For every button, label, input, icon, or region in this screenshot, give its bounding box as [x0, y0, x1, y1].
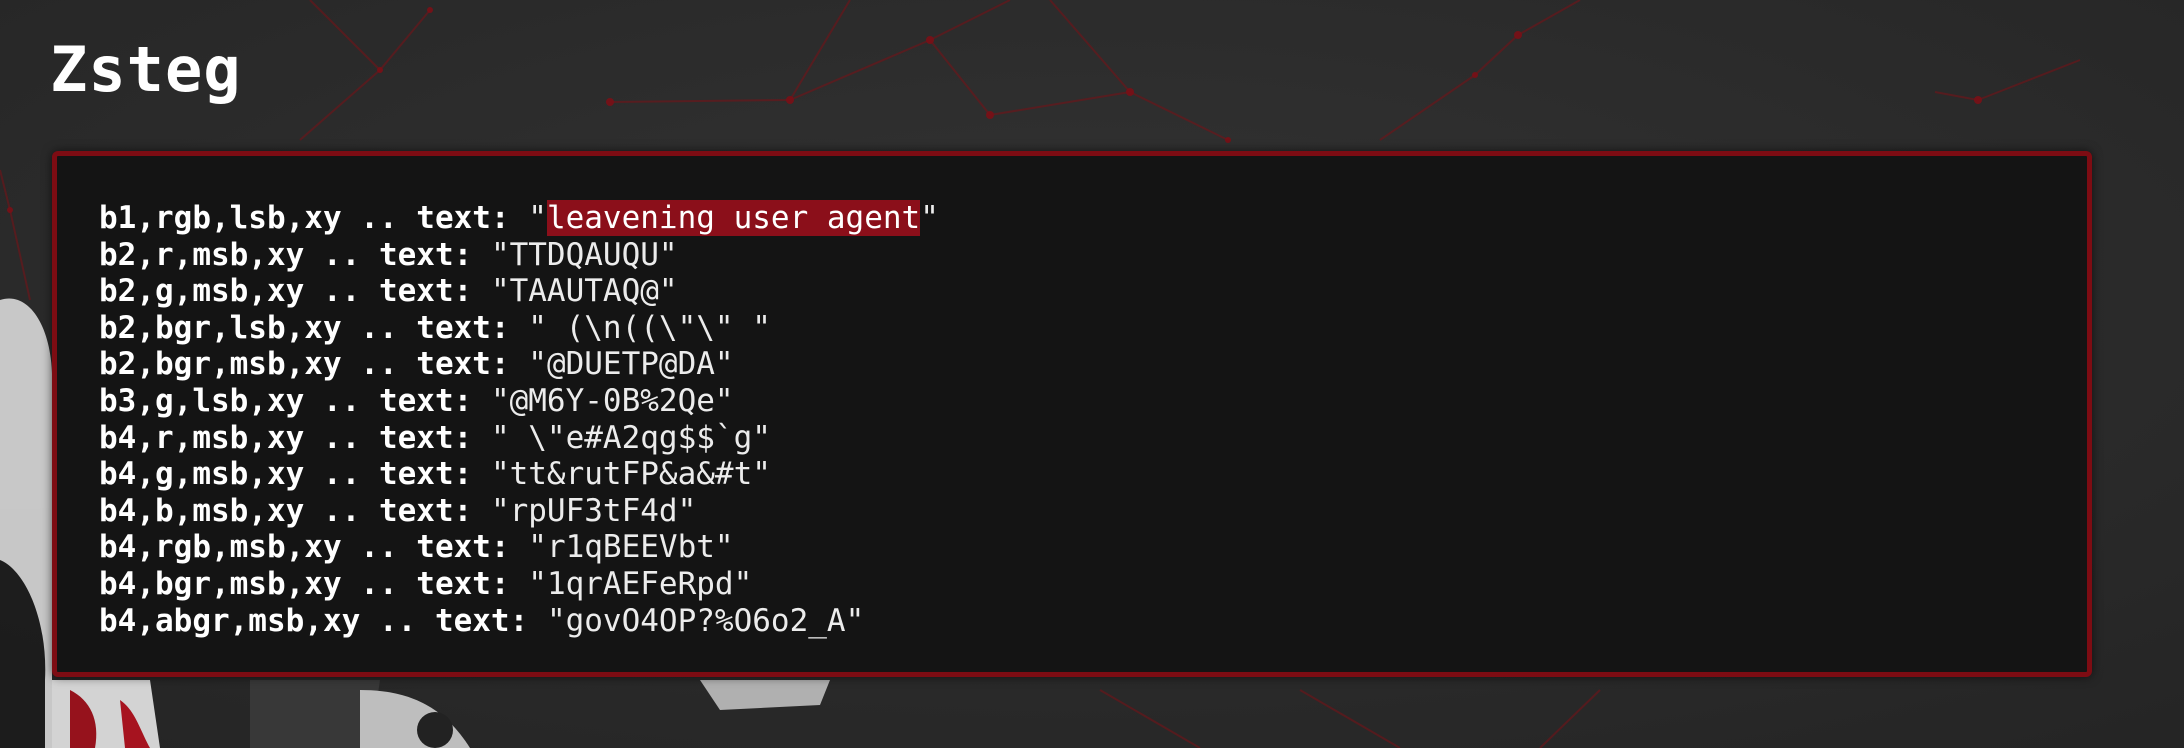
output-line-key: b4,b,msb,xy .. text: — [99, 492, 491, 529]
highlighted-text: leavening user agent — [546, 200, 921, 236]
quote-close: " — [658, 236, 678, 273]
output-line-value: @DUETP@DA — [546, 346, 715, 383]
quote-close: " — [714, 382, 734, 419]
output-line-key: b3,g,lsb,xy .. text: — [99, 382, 491, 419]
output-line: b4,abgr,msb,xy .. text: "govO4OP?%O6o2_A… — [99, 603, 939, 640]
output-line: b4,rgb,msb,xy .. text: "r1qBEEVbt" — [99, 529, 939, 566]
output-line-key: b2,bgr,lsb,xy .. text: — [99, 309, 529, 346]
output-line-key: b2,r,msb,xy .. text: — [99, 236, 491, 273]
output-line: b2,r,msb,xy .. text: "TTDQAUQU" — [99, 237, 939, 274]
output-line-value: (\n((\"\" — [546, 309, 753, 346]
quote-open: " — [528, 529, 547, 566]
output-line-key: b4,g,msb,xy .. text: — [99, 456, 491, 493]
output-line-value: 1qrAEFeRpd — [546, 565, 734, 602]
output-line-key: b4,bgr,msb,xy .. text: — [99, 565, 529, 602]
output-line: b4,bgr,msb,xy .. text: "1qrAEFeRpd" — [99, 566, 939, 603]
quote-close: " — [733, 565, 753, 602]
output-line: b2,bgr,msb,xy .. text: "@DUETP@DA" — [99, 346, 939, 383]
quote-open: " — [528, 200, 547, 236]
quote-open: " — [490, 273, 510, 310]
output-line-key: b1,rgb,lsb,xy .. text: — [99, 200, 529, 236]
zsteg-output-list: b1,rgb,lsb,xy .. text: "leavening user a… — [99, 200, 939, 639]
quote-open: " — [490, 456, 510, 493]
quote-open: " — [528, 565, 547, 602]
page-title: Zsteg — [50, 33, 242, 106]
output-line: b2,bgr,lsb,xy .. text: " (\n((\"\" " — [99, 310, 939, 347]
quote-open: " — [528, 309, 547, 346]
output-line-value: TTDQAUQU — [509, 236, 659, 273]
quote-open: " — [490, 382, 510, 419]
quote-open: " — [490, 492, 510, 529]
output-line-key: b2,bgr,msb,xy .. text: — [99, 346, 529, 383]
terminal-output-panel: b1,rgb,lsb,xy .. text: "leavening user a… — [52, 151, 2092, 677]
quote-close: " — [677, 492, 697, 529]
quote-open: " — [546, 602, 566, 639]
quote-close: " — [714, 346, 734, 383]
output-line: b3,g,lsb,xy .. text: "@M6Y-0B%2Qe" — [99, 383, 939, 420]
quote-close: " — [752, 419, 771, 456]
quote-open: " — [528, 346, 547, 383]
output-line-value: \"e#A2qg$$`g — [509, 419, 753, 456]
quote-close: " — [752, 456, 771, 493]
quote-close: " — [752, 309, 771, 346]
quote-close: " — [658, 273, 678, 310]
output-line: b4,r,msb,xy .. text: " \"e#A2qg$$`g" — [99, 420, 939, 457]
output-line-value: rpUF3tF4d — [509, 492, 678, 529]
output-line: b1,rgb,lsb,xy .. text: "leavening user a… — [99, 200, 939, 237]
output-line-value: @M6Y-0B%2Qe — [509, 382, 715, 419]
output-line: b4,g,msb,xy .. text: "tt&rutFP&a&#t" — [99, 456, 939, 493]
quote-close: " — [920, 200, 939, 236]
quote-open: " — [490, 236, 510, 273]
quote-close: " — [714, 529, 734, 566]
output-line-value: r1qBEEVbt — [546, 529, 715, 566]
quote-open: " — [490, 419, 510, 456]
output-line: b4,b,msb,xy .. text: "rpUF3tF4d" — [99, 493, 939, 530]
output-line-key: b4,r,msb,xy .. text: — [99, 419, 491, 456]
output-line-value: TAAUTAQ@ — [509, 273, 659, 310]
output-line: b2,g,msb,xy .. text: "TAAUTAQ@" — [99, 273, 939, 310]
output-line-value: tt&rutFP&a&#t — [509, 456, 753, 493]
output-line-key: b4,abgr,msb,xy .. text: — [99, 602, 547, 639]
output-line-key: b2,g,msb,xy .. text: — [99, 273, 491, 310]
output-line-value: govO4OP?%O6o2_A — [565, 602, 846, 639]
output-line-key: b4,rgb,msb,xy .. text: — [99, 529, 529, 566]
quote-close: " — [845, 602, 865, 639]
